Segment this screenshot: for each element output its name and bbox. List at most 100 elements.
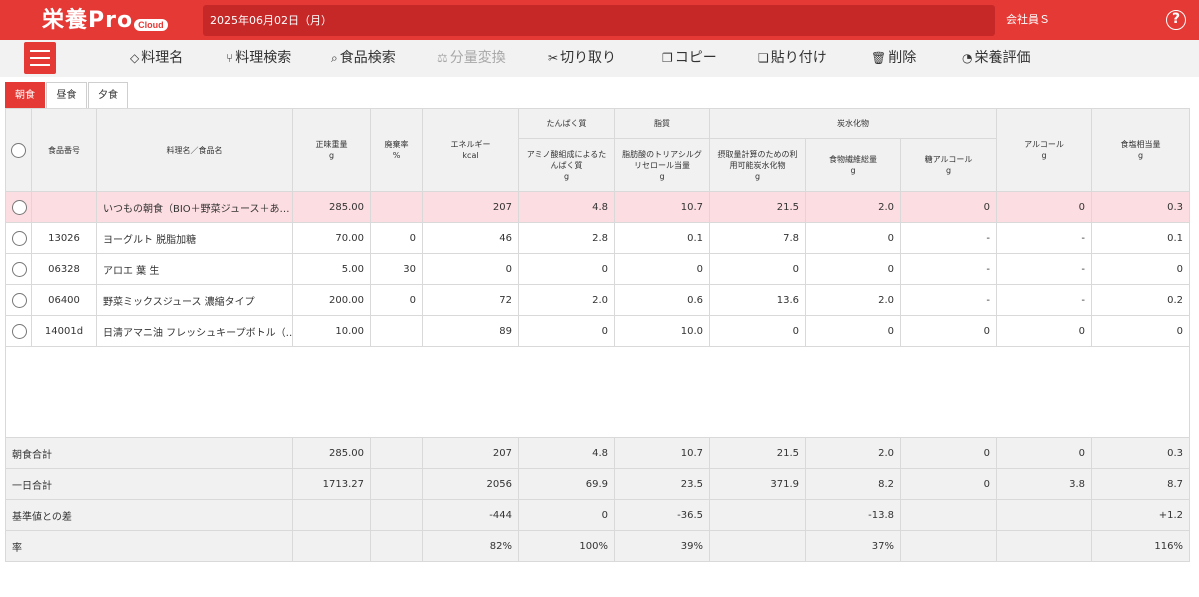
- header-fat-group: 脂質: [614, 108, 710, 139]
- weight-cell: 70.00: [292, 222, 371, 254]
- header-weight: 正味重量 g: [292, 108, 371, 192]
- waste-cell: [370, 315, 423, 347]
- summary-salt-cell: 8.7: [1091, 468, 1190, 500]
- summary-energy-cell: 2056: [422, 468, 519, 500]
- table-row[interactable]: 13026 ヨーグルト 脱脂加糖 70.00 0 46 2.8 0.1 7.8 0- -0.1: [5, 222, 1190, 254]
- energy-cell: 0: [422, 253, 519, 285]
- food-name-cell[interactable]: ヨーグルト 脱脂加糖: [96, 222, 293, 254]
- protein-cell: 0: [518, 315, 615, 347]
- summary-label: 基準値との差: [5, 499, 293, 531]
- dish-name-button[interactable]: ◇ 料理名: [130, 40, 183, 77]
- weight-cell: 10.00: [292, 315, 371, 347]
- summary-fiber-cell: 2.0: [805, 437, 901, 469]
- summary-label: 率: [5, 530, 293, 562]
- header-fat: 脂肪酸のトリアシルグリセロール当量 g: [614, 138, 710, 192]
- row-select-radio[interactable]: [12, 323, 27, 339]
- header-fiber: 食物繊維総量 g: [805, 138, 901, 192]
- logo-cloud-badge: Cloud: [134, 19, 168, 31]
- alcohol-cell: -: [996, 284, 1092, 316]
- row-select-radio[interactable]: [12, 230, 27, 246]
- summary-salt-cell: 0.3: [1091, 437, 1190, 469]
- table-row[interactable]: 06400 野菜ミックスジュース 濃縮タイプ 200.00 0 72 2.0 0.6 13.6…: [5, 284, 1190, 316]
- dish-search-button[interactable]: ⑂ 料理検索: [226, 40, 291, 77]
- toolbar: ◇ 料理名 ⑂ 料理検索 ⌕ 食品検索 ⚖ 分量変換 ✂ 切り取り ❐ コピー ❏ 貼り付け …: [0, 40, 1199, 77]
- summary-waste-cell: [370, 530, 423, 562]
- alcohol-cell: -: [996, 253, 1092, 285]
- fiber-cell: 2.0: [805, 284, 901, 316]
- fat-cell: 10.0: [614, 315, 710, 347]
- tab-breakfast[interactable]: 朝食: [5, 82, 45, 108]
- cut-button[interactable]: ✂ 切り取り: [548, 40, 616, 77]
- fat-cell: 0: [614, 253, 710, 285]
- row-select-radio[interactable]: [12, 261, 27, 277]
- carb-cell: 7.8: [709, 222, 806, 254]
- summary-alcohol-cell: [996, 499, 1092, 531]
- tab-lunch[interactable]: 昼食: [46, 82, 87, 108]
- food-name-cell[interactable]: いつもの朝食（BIO＋野菜ジュース＋あ…: [96, 191, 293, 223]
- fat-cell: 10.7: [614, 191, 710, 223]
- pie-chart-icon: ◔: [962, 51, 973, 65]
- carb-cell: 13.6: [709, 284, 806, 316]
- weight-cell: 5.00: [292, 253, 371, 285]
- summary-label: 一日合計: [5, 468, 293, 500]
- food-no-cell: 06400: [31, 284, 97, 316]
- summary-alcohol-cell: 3.8: [996, 468, 1092, 500]
- summary-label: 朝食合計: [5, 437, 293, 469]
- paste-icon: ❏: [758, 51, 769, 65]
- menu-icon[interactable]: [24, 42, 56, 74]
- alcohol-cell: -: [996, 222, 1092, 254]
- date-display[interactable]: 2025年06月02日（月）: [203, 5, 995, 36]
- food-name-cell[interactable]: 日清アマニ油 フレッシュキープボトル（…: [96, 315, 293, 347]
- summary-sugar-alcohol-cell: 0: [900, 468, 997, 500]
- food-name-cell[interactable]: 野菜ミックスジュース 濃縮タイプ: [96, 284, 293, 316]
- summary-sugar-alcohol-cell: [900, 499, 997, 531]
- alcohol-cell: 0: [996, 191, 1092, 223]
- portion-convert-button[interactable]: ⚖ 分量変換: [437, 40, 506, 77]
- carb-cell: 0: [709, 253, 806, 285]
- tag-icon: ◇: [130, 51, 140, 65]
- row-select-radio[interactable]: [12, 199, 27, 215]
- header-sugar-alcohol: 糖アルコール g: [900, 138, 997, 192]
- summary-energy-cell: -444: [422, 499, 519, 531]
- table-row[interactable]: 06328 アロエ 葉 生 5.00 30 0 0 0 0 0- -0: [5, 253, 1190, 285]
- row-select-radio[interactable]: [12, 292, 27, 308]
- row-select-cell: [5, 222, 32, 254]
- table-row[interactable]: 14001d 日清アマニ油 フレッシュキープボトル（… 10.00 89 0 10.0 0 0…: [5, 315, 1190, 347]
- paste-button[interactable]: ❏ 貼り付け: [758, 40, 827, 77]
- header-name: 料理名／食品名: [96, 108, 293, 192]
- trash-icon: 🗑: [871, 51, 887, 65]
- food-search-button[interactable]: ⌕ 食品検索: [331, 40, 396, 77]
- summary-row: 率 82% 100% 39% 37% 116%: [5, 530, 1190, 562]
- header-waste: 廃棄率%: [370, 108, 423, 192]
- summary-weight-cell: [292, 499, 371, 531]
- user-name: 会社員Ｓ: [1006, 13, 1050, 26]
- summary-fiber-cell: 8.2: [805, 468, 901, 500]
- summary-sugar-alcohol-cell: 0: [900, 437, 997, 469]
- energy-cell: 46: [422, 222, 519, 254]
- summary-fat-cell: 23.5: [614, 468, 710, 500]
- energy-cell: 89: [422, 315, 519, 347]
- nutrition-table: 食品番号 料理名／食品名 正味重量 g 廃棄率% エネルギー kcal たんぱく質 …: [5, 108, 1190, 562]
- select-all-radio[interactable]: [11, 142, 26, 158]
- waste-cell: 30: [370, 253, 423, 285]
- fiber-cell: 0: [805, 315, 901, 347]
- salt-cell: 0.2: [1091, 284, 1190, 316]
- header-energy: エネルギー kcal: [422, 108, 519, 192]
- salt-cell: 0: [1091, 315, 1190, 347]
- delete-button[interactable]: 🗑 削除: [871, 40, 916, 77]
- scissors-icon: ✂: [548, 51, 559, 65]
- nutrition-eval-button[interactable]: ◔ 栄養評価: [962, 40, 1030, 77]
- copy-button[interactable]: ❐ コピー: [662, 40, 717, 77]
- summary-sugar-alcohol-cell: [900, 530, 997, 562]
- summary-waste-cell: [370, 468, 423, 500]
- header-food-no: 食品番号: [31, 108, 97, 192]
- help-icon[interactable]: ?: [1166, 10, 1186, 30]
- energy-cell: 72: [422, 284, 519, 316]
- scale-icon: ⚖: [437, 51, 448, 65]
- table-row[interactable]: いつもの朝食（BIO＋野菜ジュース＋あ… 285.00 207 4.8 10.7 21.5…: [5, 191, 1190, 223]
- header-salt: 食塩相当量 g: [1091, 108, 1190, 192]
- food-name-cell[interactable]: アロエ 葉 生: [96, 253, 293, 285]
- tab-dinner[interactable]: 夕食: [88, 82, 128, 108]
- app-logo[interactable]: 栄養Pro Cloud: [42, 4, 168, 36]
- summary-fiber-cell: 37%: [805, 530, 901, 562]
